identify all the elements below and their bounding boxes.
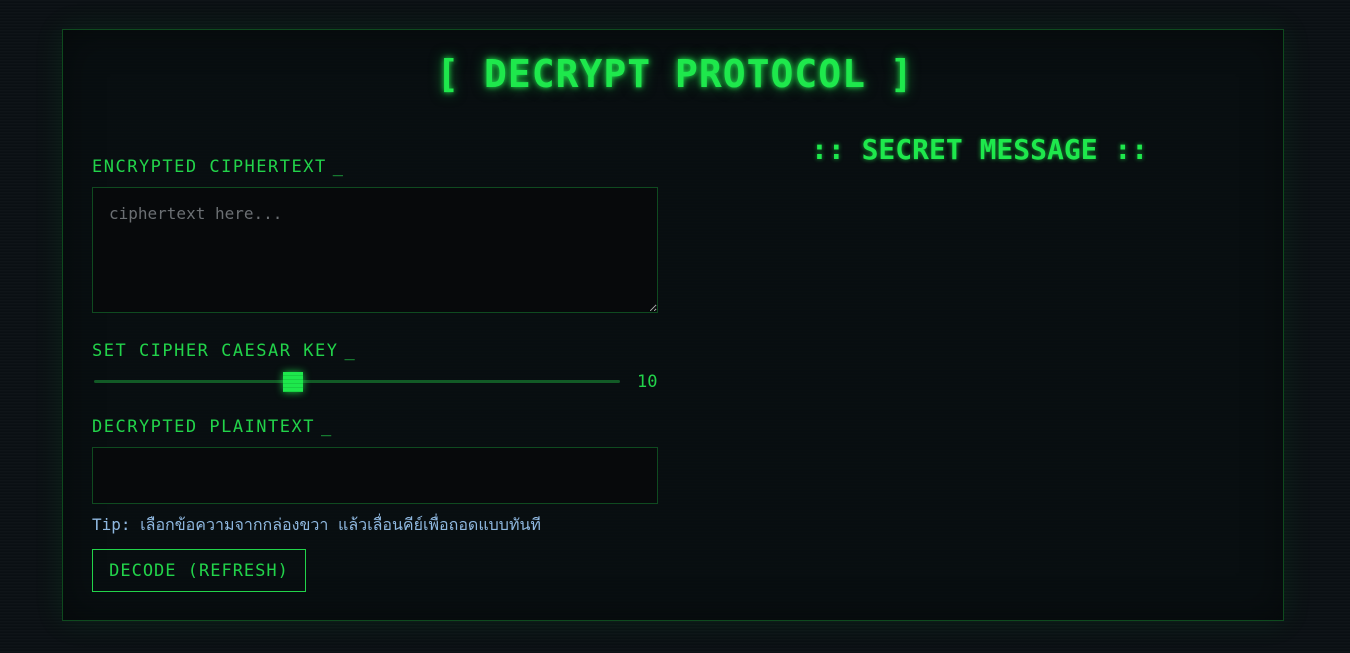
ciphertext-input[interactable]	[92, 187, 658, 313]
blinking-cursor: _	[332, 157, 345, 177]
key-label-text: SET CIPHER CAESAR KEY	[92, 341, 339, 361]
key-label: SET CIPHER CAESAR KEY _	[92, 341, 356, 361]
blinking-cursor: _	[344, 341, 357, 361]
caesar-key-slider-thumb[interactable]	[283, 372, 303, 392]
plaintext-output[interactable]	[92, 447, 658, 504]
ciphertext-label: ENCRYPTED CIPHERTEXT _	[92, 157, 344, 177]
caesar-key-slider-track[interactable]	[94, 380, 620, 383]
ciphertext-label-text: ENCRYPTED CIPHERTEXT	[92, 157, 327, 177]
page-title: [ DECRYPT PROTOCOL ]	[436, 52, 914, 96]
blinking-cursor: _	[320, 417, 333, 437]
plaintext-label: DECRYPTED PLAINTEXT _	[92, 417, 333, 437]
plaintext-label-text: DECRYPTED PLAINTEXT	[92, 417, 315, 437]
secret-message-heading: :: SECRET MESSAGE ::	[811, 133, 1149, 166]
tip-text: Tip: เลือกข้อความจากกล่องขวา แล้วเลื่อนค…	[92, 515, 541, 534]
caesar-key-value: 10	[637, 372, 658, 392]
decode-button[interactable]: DECODE (REFRESH)	[92, 549, 306, 592]
